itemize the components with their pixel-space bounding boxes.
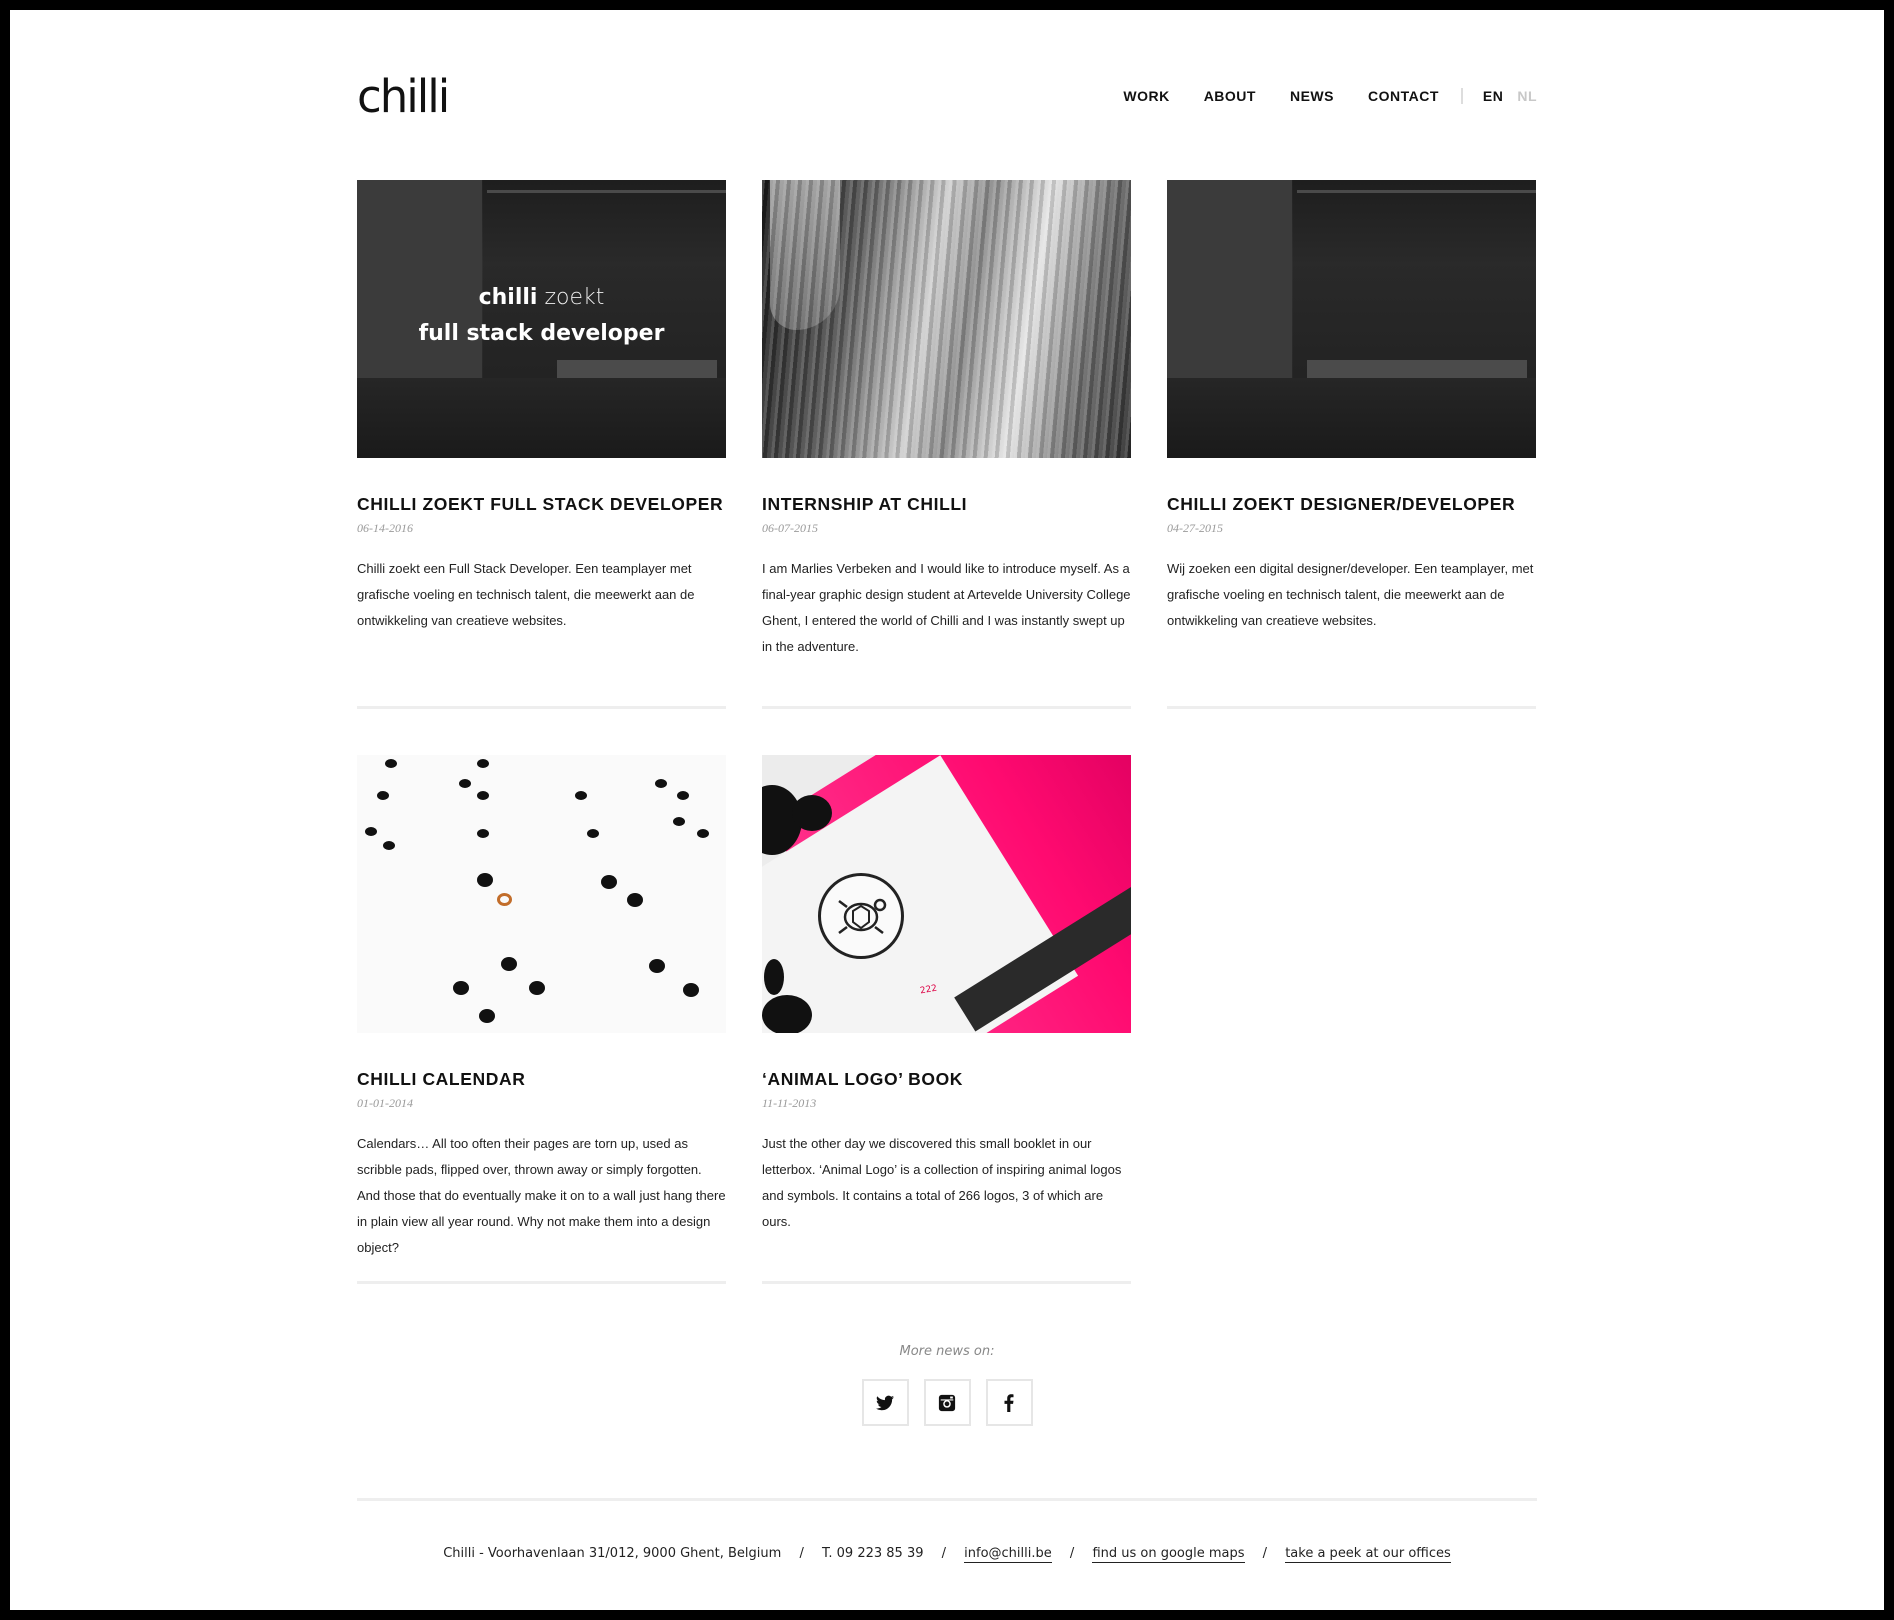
- social-label: More news on:: [899, 1344, 995, 1359]
- card-divider: [357, 1281, 726, 1284]
- calendar-dot: [697, 829, 709, 838]
- calendar-dot: [365, 827, 377, 836]
- nav-divider: [1460, 88, 1463, 104]
- news-card[interactable]: CHILLI ZOEKT DESIGNER/DEVELOPER 04-27-20…: [1167, 180, 1536, 709]
- overlay-brand: chilli: [478, 285, 538, 310]
- facebook-button[interactable]: [985, 1379, 1033, 1426]
- news-thumbnail-office[interactable]: [1167, 180, 1536, 458]
- calendar-dot: [501, 957, 517, 971]
- calendar-dot: [683, 983, 699, 997]
- news-date: 11-11-2013: [762, 1096, 817, 1110]
- calendar-dot: [377, 791, 389, 800]
- card-divider: [1167, 706, 1536, 709]
- overlay-word: zoekt: [544, 285, 605, 310]
- calendar-dot: [673, 817, 685, 826]
- office-ceiling: [1297, 190, 1536, 193]
- nav-item-work[interactable]: WORK: [1123, 88, 1169, 104]
- news-thumbnail-office[interactable]: chilli zoekt full stack developer: [357, 180, 726, 458]
- twitter-icon: [876, 1395, 894, 1410]
- footer-address: Chilli - Voorhavenlaan 31/012, 9000 Ghen…: [443, 1546, 782, 1561]
- overlay-role: full stack developer: [418, 321, 665, 346]
- nav-item-contact[interactable]: CONTACT: [1368, 88, 1439, 104]
- calendar-dot: [587, 829, 599, 838]
- news-excerpt: Just the other day we discovered this sm…: [762, 1136, 1122, 1229]
- footer-divider: [357, 1498, 1537, 1501]
- calendar-dot: [627, 893, 643, 907]
- calendar-dot: [477, 829, 489, 838]
- calendar-dot: [453, 981, 469, 995]
- news-title[interactable]: CHILLI CALENDAR: [357, 1069, 525, 1090]
- calendar-dot: [477, 873, 493, 887]
- news-card[interactable]: chilli zoekt full stack developer CHILLI…: [357, 180, 726, 709]
- site-footer: Chilli - Voorhavenlaan 31/012, 9000 Ghen…: [10, 1546, 1884, 1563]
- lang-nl[interactable]: NL: [1517, 88, 1537, 104]
- card-divider: [762, 706, 1131, 709]
- news-card[interactable]: 222 ‘ANIMAL LOGO’ BOOK 11-11-2013 Just t…: [762, 755, 1131, 1284]
- turtle-logo-icon: [818, 873, 904, 959]
- news-thumbnail-book[interactable]: 222: [762, 755, 1131, 1033]
- lang-en[interactable]: EN: [1483, 88, 1503, 104]
- calendar-dot: [459, 779, 471, 788]
- book-print-shape: [792, 795, 832, 831]
- site-logo[interactable]: chilli: [357, 72, 450, 122]
- facebook-icon: [1004, 1393, 1014, 1412]
- calendar-dot: [385, 759, 397, 768]
- instagram-icon: [938, 1394, 956, 1411]
- calendar-dot: [477, 791, 489, 800]
- card-divider: [762, 1281, 1131, 1284]
- office-ceiling: [487, 190, 726, 193]
- calendar-dot: [477, 759, 489, 768]
- news-thumbnail-calendar[interactable]: [357, 755, 726, 1033]
- news-date: 06-07-2015: [762, 521, 818, 535]
- social-links: [10, 1379, 1884, 1426]
- calendar-dot: [655, 779, 667, 788]
- footer-phone: T. 09 223 85 39: [821, 1546, 924, 1561]
- news-title[interactable]: ‘ANIMAL LOGO’ BOOK: [762, 1069, 963, 1090]
- footer-separator: /: [799, 1546, 804, 1561]
- news-date: 01-01-2014: [357, 1096, 413, 1110]
- news-title[interactable]: CHILLI ZOEKT FULL STACK DEVELOPER: [357, 494, 723, 515]
- footer-maps-link[interactable]: find us on google maps: [1092, 1546, 1245, 1563]
- news-date: 04-27-2015: [1167, 521, 1223, 535]
- site-header: chilli WORK ABOUT NEWS CONTACT EN NL: [357, 72, 1537, 122]
- portrait-hair: [762, 180, 1131, 458]
- calendar-dot: [677, 791, 689, 800]
- main-nav: WORK ABOUT NEWS CONTACT EN NL: [1089, 88, 1537, 104]
- footer-offices-link[interactable]: take a peek at our offices: [1285, 1546, 1451, 1563]
- news-date: 06-14-2016: [357, 521, 413, 535]
- footer-separator: /: [1262, 1546, 1268, 1561]
- calendar-dot: [601, 875, 617, 889]
- twitter-button[interactable]: [861, 1379, 909, 1426]
- card-divider: [357, 706, 726, 709]
- page: chilli WORK ABOUT NEWS CONTACT EN NL chi…: [10, 10, 1884, 1610]
- footer-separator: /: [1069, 1546, 1075, 1561]
- news-excerpt: Wij zoeken een digital designer/develope…: [1167, 561, 1534, 628]
- thumbnail-overlay-text: chilli zoekt full stack developer: [357, 280, 726, 352]
- calendar-dot: [529, 981, 545, 995]
- book-print-shape: [762, 995, 812, 1033]
- news-title[interactable]: INTERNSHIP AT CHILLI: [762, 494, 967, 515]
- news-card[interactable]: INTERNSHIP AT CHILLI 06-07-2015 I am Mar…: [762, 180, 1131, 709]
- calendar-dot: [383, 841, 395, 850]
- office-floor: [1167, 378, 1536, 458]
- news-excerpt: I am Marlies Verbeken and I would like t…: [762, 561, 1131, 654]
- footer-separator: /: [941, 1546, 947, 1561]
- news-thumbnail-portrait[interactable]: [762, 180, 1131, 458]
- book-print-shape: [764, 959, 784, 995]
- news-card[interactable]: CHILLI CALENDAR 01-01-2014 Calendars… Al…: [357, 755, 726, 1284]
- footer-email-link[interactable]: info@chilli.be: [964, 1546, 1052, 1563]
- nav-item-news[interactable]: NEWS: [1290, 88, 1334, 104]
- calendar-dot: [575, 791, 587, 800]
- office-floor: [357, 378, 726, 458]
- nav-item-about[interactable]: ABOUT: [1204, 88, 1256, 104]
- news-title[interactable]: CHILLI ZOEKT DESIGNER/DEVELOPER: [1167, 494, 1515, 515]
- calendar-dot: [479, 1009, 495, 1023]
- calendar-dot-highlight: [497, 893, 512, 906]
- news-excerpt: Calendars… All too often their pages are…: [357, 1136, 726, 1255]
- instagram-button[interactable]: [923, 1379, 971, 1426]
- calendar-dot: [649, 959, 665, 973]
- news-excerpt: Chilli zoekt een Full Stack Developer. E…: [357, 561, 695, 628]
